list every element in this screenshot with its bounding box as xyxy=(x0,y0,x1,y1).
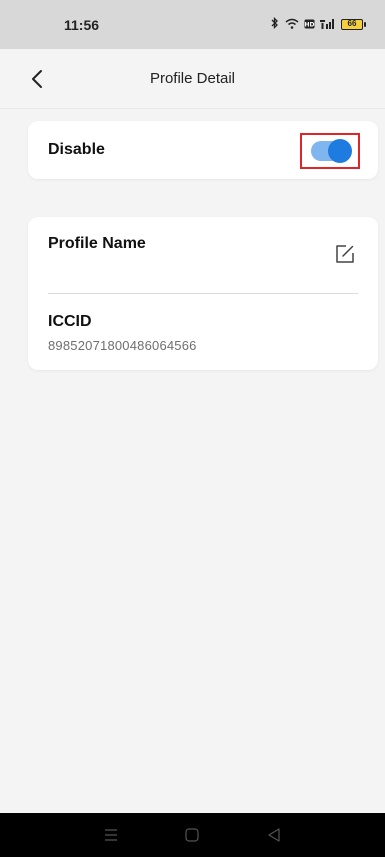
disable-label: Disable xyxy=(48,141,105,158)
status-icons: HD 66 xyxy=(270,16,366,32)
home-button[interactable] xyxy=(177,820,207,850)
back-button[interactable] xyxy=(24,65,52,93)
chevron-left-icon xyxy=(32,70,42,88)
menu-button[interactable] xyxy=(96,820,126,850)
hd-icon: HD xyxy=(304,18,315,32)
toggle-highlight xyxy=(300,133,360,169)
svg-text:HD: HD xyxy=(304,21,314,28)
edit-icon xyxy=(336,245,354,263)
bluetooth-icon xyxy=(270,16,280,32)
battery-icon: 66 xyxy=(341,19,366,30)
status-time: 11:56 xyxy=(64,16,100,33)
navigation-bar xyxy=(0,813,385,857)
wifi-icon xyxy=(285,18,299,32)
back-nav-button[interactable] xyxy=(259,820,289,850)
profile-info-card: Profile Name ICCID 89852071800486064566 xyxy=(28,217,378,370)
iccid-value: 89852071800486064566 xyxy=(48,338,197,353)
disable-card: Disable xyxy=(28,121,378,179)
disable-toggle[interactable] xyxy=(311,139,352,163)
profile-name-label: Profile Name xyxy=(48,235,146,252)
menu-icon xyxy=(104,829,117,841)
iccid-label: ICCID xyxy=(48,313,92,330)
back-triangle-icon xyxy=(268,828,280,842)
toggle-knob xyxy=(328,139,352,163)
status-bar: 11:56 HD 66 xyxy=(0,0,385,49)
page-title: Profile Detail xyxy=(149,70,236,87)
header: Profile Detail xyxy=(0,49,385,109)
edit-profile-name-button[interactable] xyxy=(334,243,358,267)
home-icon xyxy=(185,828,200,842)
divider xyxy=(48,293,358,294)
signal-icon xyxy=(320,18,336,32)
